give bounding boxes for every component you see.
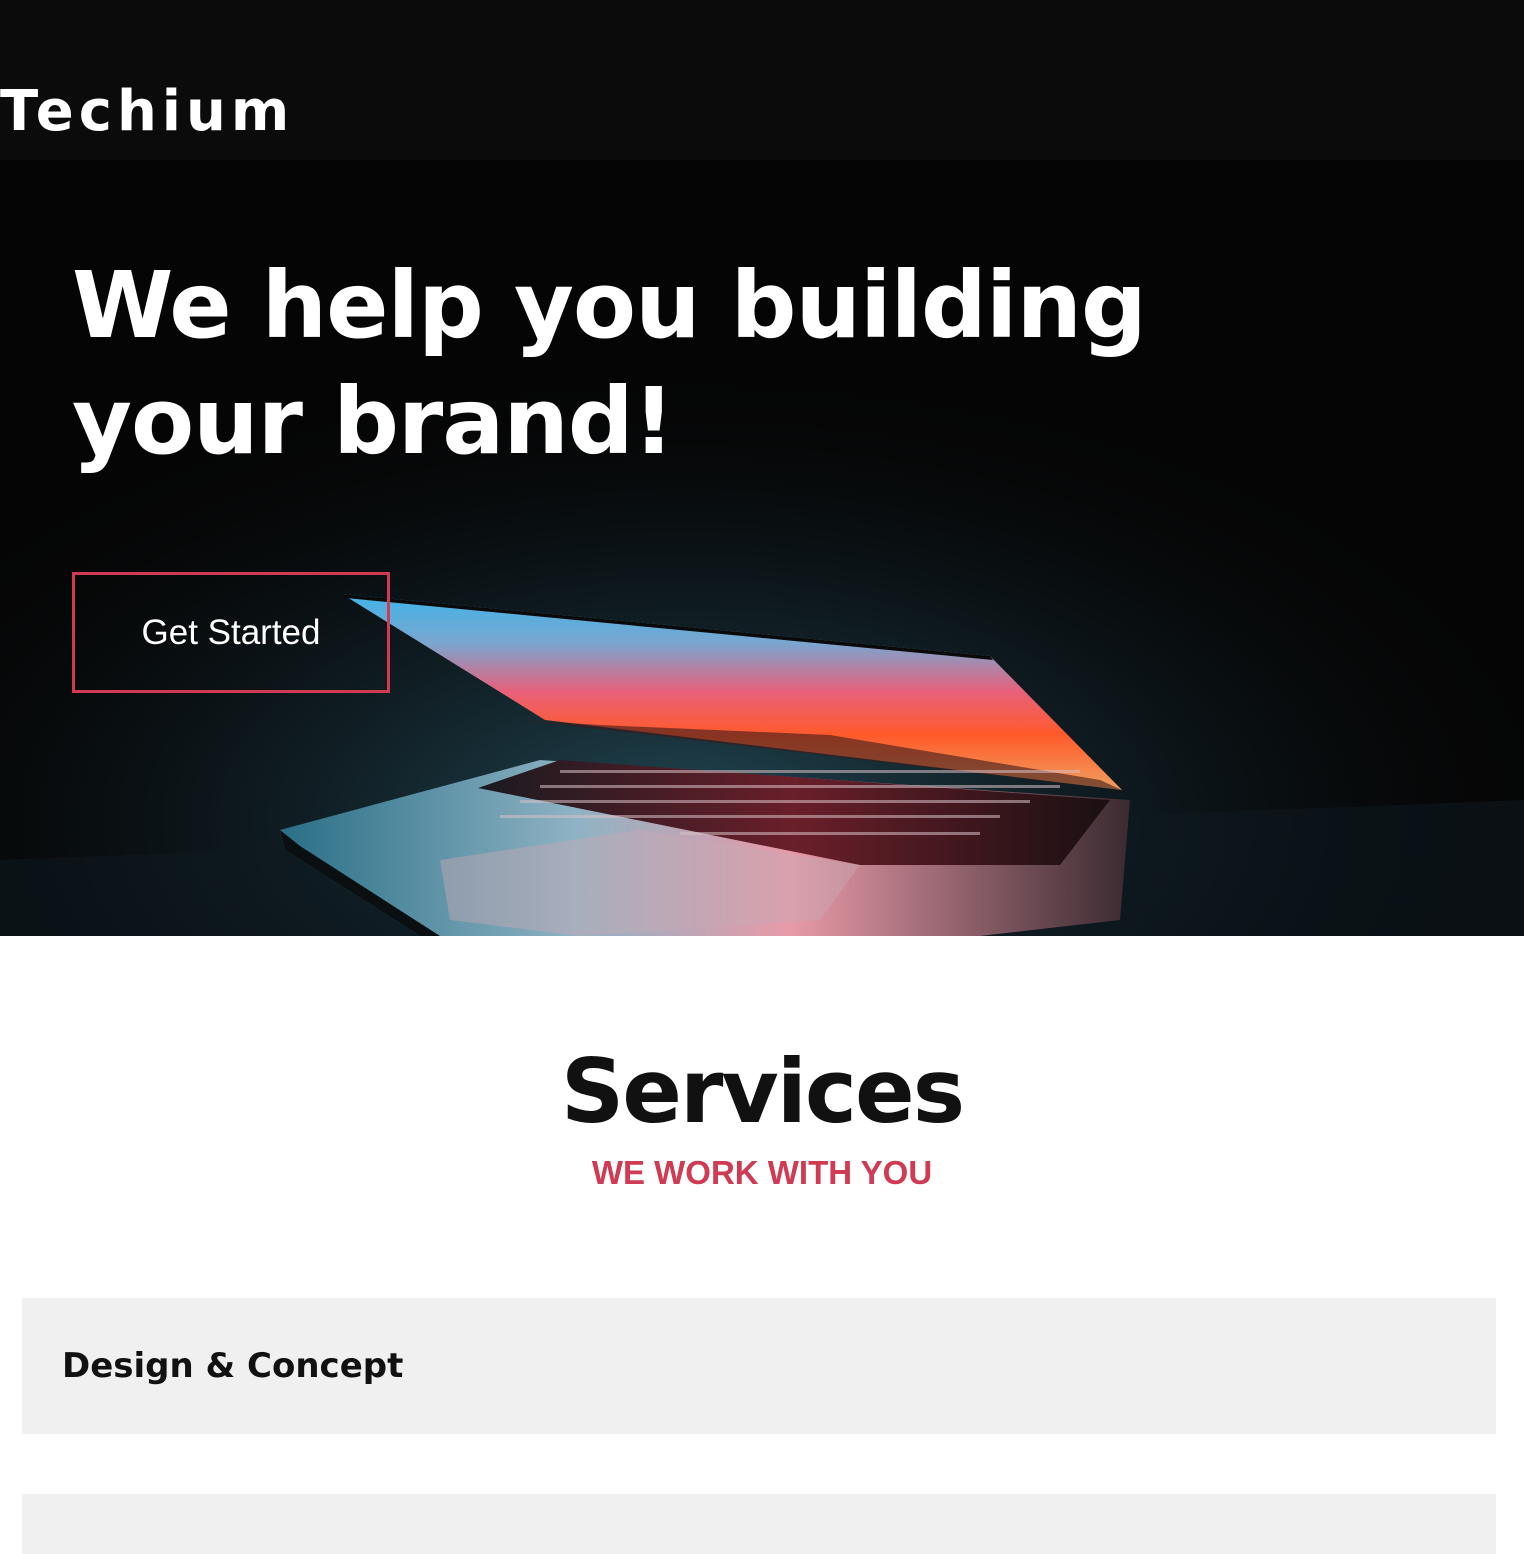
service-card[interactable] — [22, 1494, 1496, 1554]
get-started-button[interactable]: Get Started — [72, 572, 390, 693]
site-logo[interactable]: Techium — [0, 84, 294, 140]
hero-section: We help you building your brand! Get Sta… — [0, 160, 1524, 936]
service-card-title: Design & Concept — [62, 1346, 404, 1386]
service-card-design-concept[interactable]: Design & Concept — [22, 1298, 1496, 1434]
services-title: Services — [560, 1040, 965, 1143]
site-header: Techium — [0, 0, 1524, 160]
hero-title: We help you building your brand! — [72, 252, 1147, 475]
services-subtitle: WE WORK WITH YOU — [591, 1154, 933, 1191]
